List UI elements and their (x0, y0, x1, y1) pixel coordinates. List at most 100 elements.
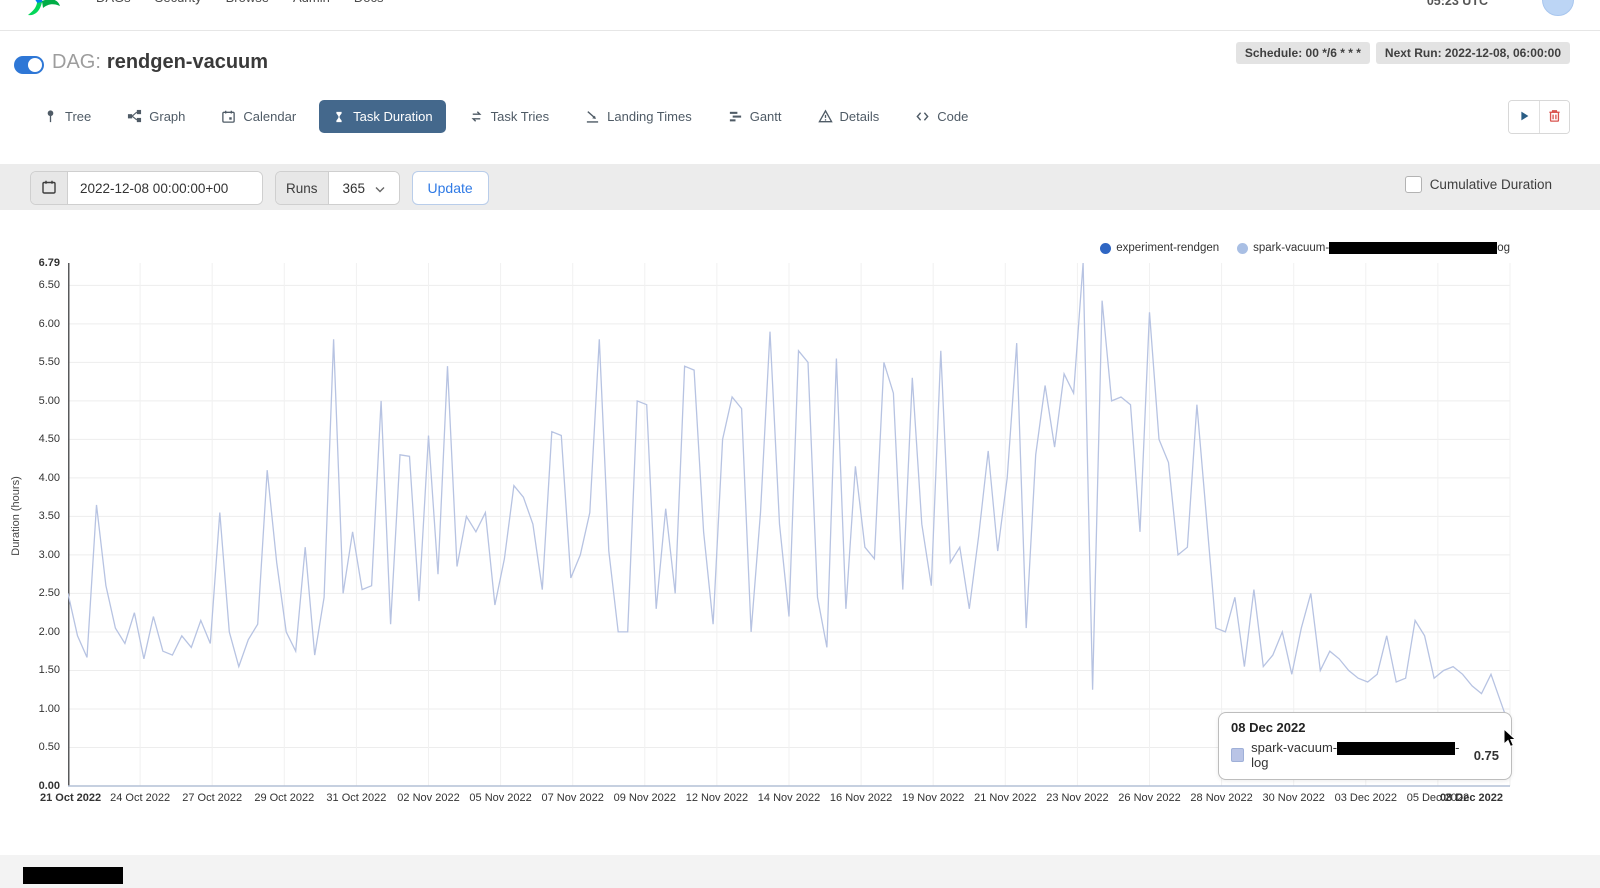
calendar-picker-icon (41, 179, 57, 198)
tab-gantt[interactable]: Gantt (715, 100, 795, 133)
tab-calendar[interactable]: Calendar (208, 100, 309, 133)
delete-dag-button[interactable] (1539, 101, 1569, 133)
x-tick-label: 19 Nov 2022 (902, 792, 964, 804)
cumulative-duration-checkbox[interactable] (1405, 176, 1422, 193)
toggle-knob (28, 58, 42, 72)
runs-label: Runs (276, 172, 329, 204)
x-tick-label: 23 Nov 2022 (1046, 792, 1108, 804)
y-tick-label: 1.00 (20, 703, 60, 715)
nav-item-security[interactable]: Security (155, 0, 202, 5)
dag-actions (1508, 100, 1570, 134)
tab-task-tries[interactable]: Task Tries (456, 100, 563, 133)
play-icon (1517, 109, 1531, 126)
x-tick-label: 26 Nov 2022 (1118, 792, 1180, 804)
y-tick-label: 3.50 (20, 510, 60, 522)
next-run-badge: Next Run: 2022-12-08, 06:00:00 (1376, 42, 1570, 64)
legend-dot (1237, 243, 1248, 254)
mouse-cursor (1503, 729, 1520, 754)
x-tick-label: 16 Nov 2022 (830, 792, 892, 804)
x-tick-label: 12 Nov 2022 (686, 792, 748, 804)
nav-item-dags[interactable]: DAGs (96, 0, 131, 5)
warning-triangle-icon (818, 109, 833, 124)
x-tick-label: 29 Oct 2022 (254, 792, 314, 804)
legend-label: spark-vacuum-og (1253, 242, 1510, 254)
y-tick-label: 0.00 (20, 780, 60, 792)
trash-icon (1547, 108, 1562, 126)
base-date-input[interactable] (68, 172, 262, 204)
x-tick-label: 03 Dec 2022 (1335, 792, 1397, 804)
utc-clock: 05:23 UTC (1427, 0, 1488, 8)
user-avatar[interactable] (1542, 0, 1574, 16)
landing-icon (585, 109, 600, 124)
tab-label: Details (840, 109, 880, 124)
y-tick-label: 3.00 (20, 549, 60, 561)
graph-icon (127, 109, 142, 124)
tab-landing-times[interactable]: Landing Times (572, 100, 705, 133)
tab-label: Task Duration (353, 109, 432, 124)
y-tick-label: 4.50 (20, 433, 60, 445)
y-tick-label: 5.50 (20, 356, 60, 368)
date-picker-addon[interactable] (31, 172, 68, 204)
tooltip-value: 0.75 (1474, 748, 1499, 763)
x-tick-label: 31 Oct 2022 (326, 792, 386, 804)
chart-tooltip: 08 Dec 2022 spark-vacuum--log 0.75 (1218, 712, 1512, 780)
tab-code[interactable]: Code (902, 100, 981, 133)
dag-header: DAG:rendgen-vacuum Schedule: 00 */6 * * … (0, 31, 1600, 101)
tooltip-series-row: spark-vacuum--log 0.75 (1231, 740, 1499, 770)
x-tick-label: 21 Nov 2022 (974, 792, 1036, 804)
legend-label: experiment-rendgen (1116, 242, 1219, 254)
tab-task-duration[interactable]: Task Duration (319, 100, 445, 133)
num-runs-value: 365 (343, 181, 366, 196)
tab-label: Gantt (750, 109, 782, 124)
nav-item-admin[interactable]: Admin (293, 0, 330, 5)
retry-icon (469, 109, 484, 124)
redaction-block (1329, 242, 1497, 254)
tab-graph[interactable]: Graph (114, 100, 198, 133)
chart-filter-bar: Runs 365 Update Cumulative Duration (0, 164, 1600, 210)
legend-item[interactable]: spark-vacuum-og (1237, 242, 1510, 254)
nav-menu: DAGs Security Browse Admin Docs (96, 0, 383, 5)
tab-label: Graph (149, 109, 185, 124)
x-tick-label: 28 Nov 2022 (1190, 792, 1252, 804)
tab-details[interactable]: Details (805, 100, 893, 133)
page-footer (0, 855, 1600, 888)
tab-tree[interactable]: Tree (30, 100, 104, 133)
tabs: Tree Graph Calendar Task Duration Task Tries… (30, 100, 1570, 133)
update-button[interactable]: Update (412, 171, 489, 205)
code-icon (915, 109, 930, 124)
tooltip-date: 08 Dec 2022 (1231, 720, 1499, 735)
y-tick-label: 5.00 (20, 395, 60, 407)
chart-legend: experiment-rendgen spark-vacuum-og (1100, 242, 1510, 254)
nav-item-browse[interactable]: Browse (226, 0, 269, 5)
hourglass-icon (332, 110, 346, 124)
y-tick-label: 4.00 (20, 472, 60, 484)
tooltip-series-name: spark-vacuum--log (1251, 740, 1461, 770)
calendar-icon (221, 109, 236, 124)
series-swatch (1231, 748, 1244, 762)
nav-item-docs[interactable]: Docs (354, 0, 384, 5)
y-tick-label: 6.50 (20, 279, 60, 291)
base-date-group (30, 171, 263, 205)
airflow-logo[interactable] (24, 0, 62, 27)
top-navbar: DAGs Security Browse Admin Docs 05:23 UTC (0, 0, 1600, 31)
y-tick-label: 1.50 (20, 664, 60, 676)
x-tick-label: 05 Nov 2022 (469, 792, 531, 804)
dag-pause-toggle[interactable] (14, 56, 44, 74)
trigger-dag-button[interactable] (1509, 101, 1539, 133)
tab-label: Tree (65, 109, 91, 124)
x-tick-label: 09 Nov 2022 (614, 792, 676, 804)
x-tick-label: 30 Nov 2022 (1262, 792, 1324, 804)
y-tick-label: 2.00 (20, 626, 60, 638)
legend-item[interactable]: experiment-rendgen (1100, 242, 1219, 254)
y-tick-label: 2.50 (20, 587, 60, 599)
filter-controls: Runs 365 Update (30, 171, 489, 205)
num-runs-select[interactable]: 365 (329, 172, 399, 204)
schedule-badge: Schedule: 00 */6 * * * (1236, 42, 1370, 64)
y-tick-label: 0.50 (20, 741, 60, 753)
cumulative-duration-label: Cumulative Duration (1430, 177, 1552, 192)
tab-label: Task Tries (491, 109, 550, 124)
airflow-app: DAGs Security Browse Admin Docs 05:23 UTC DA… (0, 0, 1600, 888)
tab-label: Code (937, 109, 968, 124)
gantt-icon (728, 109, 743, 124)
legend-dot (1100, 243, 1111, 254)
